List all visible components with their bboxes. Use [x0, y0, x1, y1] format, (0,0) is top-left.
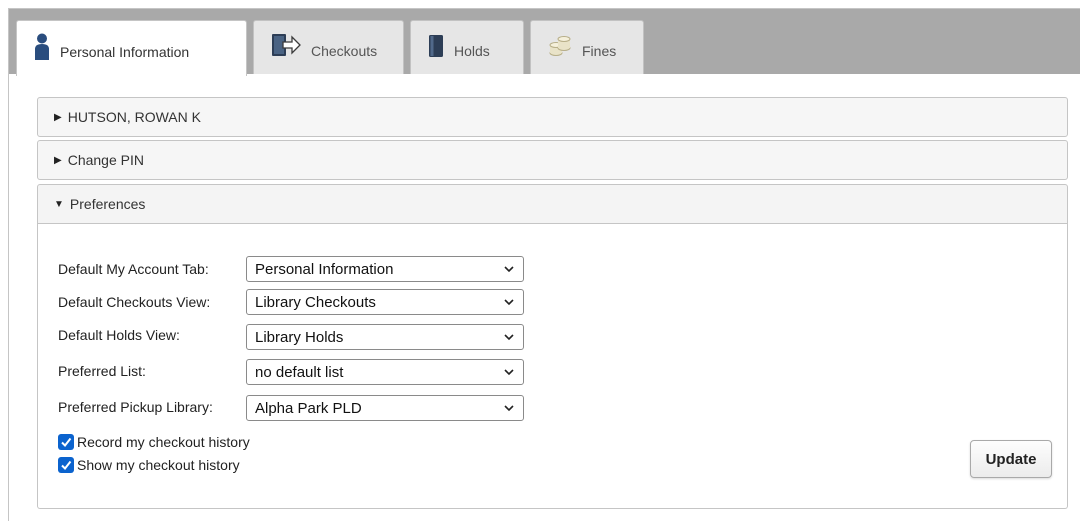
tab-holds[interactable]: Holds: [410, 20, 524, 74]
book-icon: [428, 34, 444, 61]
pref-row-holds-view: Default Holds View:: [58, 322, 244, 348]
tab-label: Checkouts: [311, 42, 378, 59]
pref-row-pickup-library: Preferred Pickup Library:: [58, 394, 244, 420]
field-label: Preferred Pickup Library:: [58, 399, 213, 415]
select-value: no default list: [255, 363, 344, 381]
holds-view-select[interactable]: Library Holds: [246, 324, 524, 350]
chevron-down-icon: [504, 369, 514, 376]
pickup-library-select[interactable]: Alpha Park PLD: [246, 395, 524, 421]
checkbox-checked-icon[interactable]: [58, 434, 74, 450]
preferred-list-select[interactable]: no default list: [246, 359, 524, 385]
chevron-down-icon: [504, 266, 514, 273]
coins-icon: [548, 34, 572, 61]
select-value: Alpha Park PLD: [255, 399, 362, 417]
select-value: Personal Information: [255, 260, 394, 278]
section-header-preferences[interactable]: ▼ Preferences: [37, 184, 1068, 224]
section-label: HUTSON, ROWAN K: [67, 109, 201, 125]
person-icon: [34, 33, 50, 64]
checkout-book-icon: [271, 33, 301, 62]
pref-row-checkouts-view: Default Checkouts View:: [58, 289, 244, 315]
checkbox-checked-icon[interactable]: [58, 457, 74, 473]
show-history-checkbox[interactable]: Show my checkout history: [58, 456, 240, 474]
field-label: Preferred List:: [58, 363, 146, 379]
field-label: Default Holds View:: [58, 327, 180, 343]
preferences-panel: Default My Account Tab: Personal Informa…: [37, 224, 1068, 509]
select-value: Library Checkouts: [255, 293, 376, 311]
section-header-name[interactable]: ▶ HUTSON, ROWAN K: [37, 97, 1068, 137]
field-label: Default My Account Tab:: [58, 261, 209, 277]
pref-row-default-tab: Default My Account Tab:: [58, 256, 244, 282]
tab-label: Holds: [454, 42, 490, 59]
select-value: Library Holds: [255, 328, 344, 346]
field-label: Default Checkouts View:: [58, 294, 211, 310]
section-header-change-pin[interactable]: ▶ Change PIN: [37, 140, 1068, 180]
tab-personal-information[interactable]: Personal Information: [16, 20, 247, 76]
checkouts-view-select[interactable]: Library Checkouts: [246, 289, 524, 315]
record-history-checkbox[interactable]: Record my checkout history: [58, 433, 250, 451]
update-button[interactable]: Update: [970, 440, 1052, 478]
caret-right-icon: ▶: [54, 154, 62, 166]
section-label: Change PIN: [67, 152, 144, 168]
default-tab-select[interactable]: Personal Information: [246, 256, 524, 282]
section-label: Preferences: [69, 196, 146, 212]
chevron-down-icon: [504, 405, 514, 412]
chevron-down-icon: [504, 299, 514, 306]
tab-label: Fines: [582, 42, 617, 59]
tab-label: Personal Information: [60, 43, 190, 60]
tab-bar: Personal Information Checkouts Holds Fin…: [9, 9, 1080, 76]
caret-right-icon: ▶: [54, 111, 62, 123]
pref-row-preferred-list: Preferred List:: [58, 358, 244, 384]
tab-checkouts[interactable]: Checkouts: [253, 20, 404, 74]
chevron-down-icon: [504, 334, 514, 341]
caret-down-icon: ▼: [54, 198, 64, 210]
tab-fines[interactable]: Fines: [530, 20, 644, 74]
checkbox-label: Show my checkout history: [77, 457, 240, 473]
checkbox-label: Record my checkout history: [77, 434, 250, 450]
